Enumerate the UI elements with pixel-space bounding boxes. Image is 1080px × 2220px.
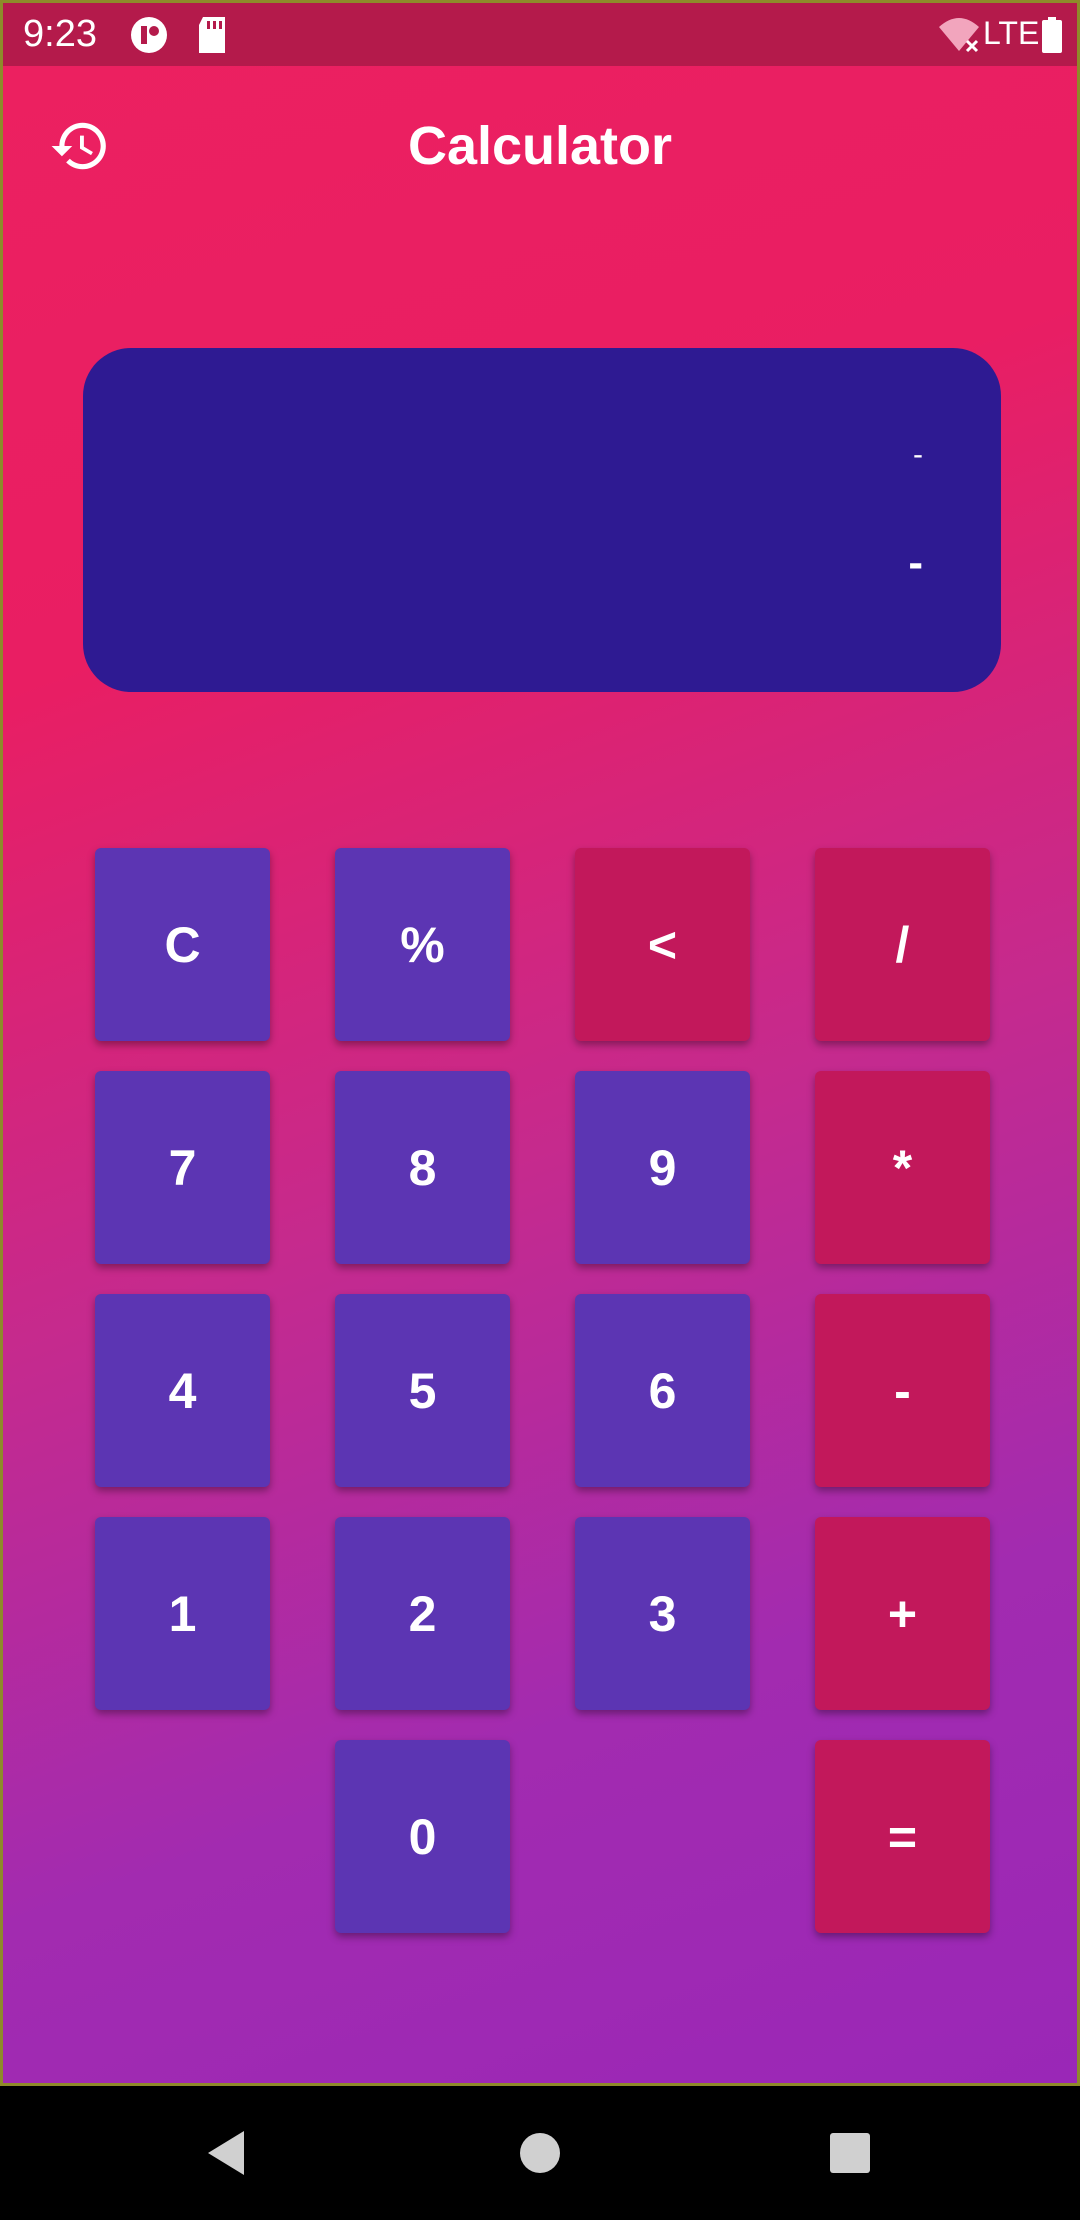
divide-button[interactable]: /: [815, 848, 990, 1041]
app-title: Calculator: [407, 116, 673, 176]
subtract-button[interactable]: -: [815, 1294, 990, 1487]
battery-icon: [1041, 15, 1063, 60]
digit-0-button[interactable]: 0: [335, 1740, 510, 1933]
digit-5-button[interactable]: 5: [335, 1294, 510, 1487]
result-text: -: [908, 538, 923, 587]
digit-6-button[interactable]: 6: [575, 1294, 750, 1487]
multiply-button[interactable]: *: [815, 1071, 990, 1264]
digit-4-button[interactable]: 4: [95, 1294, 270, 1487]
network-type: LTE: [983, 15, 1040, 51]
digit-1-button[interactable]: 1: [95, 1517, 270, 1710]
backspace-button[interactable]: <: [575, 848, 750, 1041]
add-button[interactable]: +: [815, 1517, 990, 1710]
sd-card-icon: [195, 15, 229, 60]
expression-text: -: [913, 438, 923, 471]
equals-button[interactable]: =: [815, 1740, 990, 1933]
digit-3-button[interactable]: 3: [575, 1517, 750, 1710]
digit-8-button[interactable]: 8: [335, 1071, 510, 1264]
wifi-off-icon: [937, 15, 981, 60]
home-icon[interactable]: [518, 2128, 562, 2183]
digit-7-button[interactable]: 7: [95, 1071, 270, 1264]
back-icon[interactable]: [204, 2128, 248, 2183]
digit-2-button[interactable]: 2: [335, 1517, 510, 1710]
digit-9-button[interactable]: 9: [575, 1071, 750, 1264]
status-bar: 9:23 LTE: [3, 3, 1077, 66]
calculator-screen: 9:23 LTE Calculator - - C % < / 7 8 9 * …: [0, 0, 1080, 2086]
calculator-display: - -: [83, 348, 1001, 692]
clear-button[interactable]: C: [95, 848, 270, 1041]
percent-button[interactable]: %: [335, 848, 510, 1041]
app-notification-icon: [129, 15, 169, 60]
status-time: 9:23: [23, 13, 97, 55]
recents-icon[interactable]: [828, 2128, 872, 2183]
